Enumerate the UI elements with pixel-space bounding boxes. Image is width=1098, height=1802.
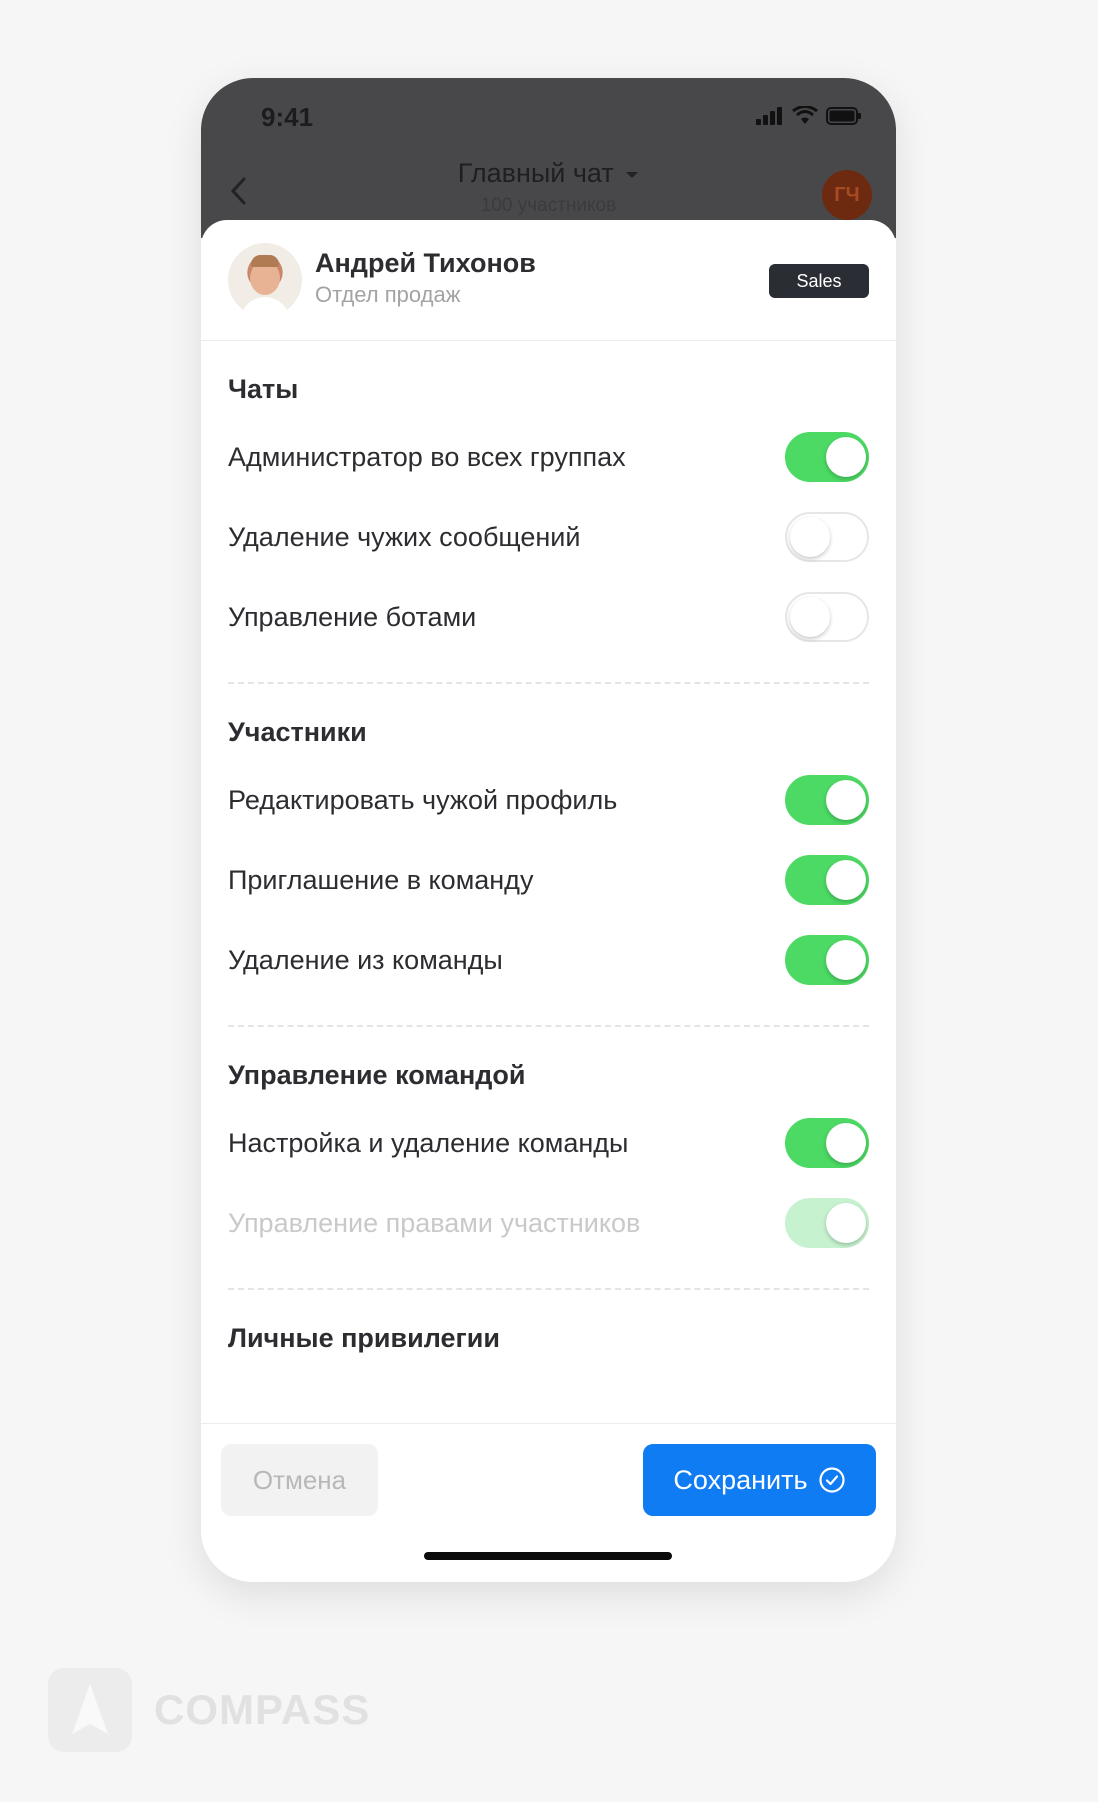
permission-label: Удаление из команды — [228, 944, 503, 975]
chat-avatar[interactable]: ГЧ — [822, 170, 872, 220]
profile-header: Андрей Тихонов Отдел продаж Sales — [201, 220, 896, 341]
permission-row-disabled: Управление правами участников — [228, 1183, 869, 1263]
chat-subtitle: 100 участников — [480, 195, 617, 216]
permissions-sheet: Андрей Тихонов Отдел продаж Sales Чаты А… — [201, 220, 896, 1582]
section-title: Участники — [228, 717, 367, 747]
section-title: Управление командой — [228, 1060, 526, 1090]
permission-label: Приглашение в команду — [228, 864, 534, 895]
permission-row[interactable]: Управление ботами — [228, 577, 869, 657]
section-chats: Чаты Администратор во всех группах Удале… — [201, 341, 896, 657]
action-footer: Отмена Сохранить — [201, 1423, 896, 1582]
permission-row[interactable]: Удаление чужих сообщений — [228, 497, 869, 577]
caret-down-icon — [626, 171, 639, 178]
toggle-switch[interactable] — [785, 1118, 869, 1168]
status-time: 9:41 — [261, 102, 314, 132]
toggle-switch[interactable] — [785, 512, 869, 562]
home-indicator — [424, 1552, 672, 1560]
toggle-switch — [785, 1198, 869, 1248]
toggle-switch[interactable] — [785, 775, 869, 825]
compass-logo-icon — [48, 1668, 132, 1752]
permission-label: Удаление чужих сообщений — [228, 521, 581, 552]
signal-icon — [756, 107, 782, 125]
profile-department: Отдел продаж — [315, 282, 461, 307]
toggle-switch[interactable] — [785, 935, 869, 985]
permission-label: Редактировать чужой профиль — [228, 784, 618, 815]
cancel-label: Отмена — [252, 1464, 347, 1495]
permission-row[interactable]: Администратор во всех группах — [228, 417, 869, 497]
toggle-switch[interactable] — [785, 432, 869, 482]
section-team-management: Управление командой Настройка и удаление… — [201, 1027, 896, 1263]
role-badge: Sales — [769, 264, 869, 298]
permission-label: Управление ботами — [228, 601, 477, 632]
permissions-list: Чаты Администратор во всех группах Удале… — [201, 341, 896, 1358]
toggle-switch[interactable] — [785, 592, 869, 642]
battery-icon — [826, 107, 861, 125]
cancel-button[interactable]: Отмена — [221, 1444, 378, 1516]
permission-label: Управление правами участников — [228, 1207, 641, 1238]
permission-row[interactable]: Настройка и удаление команды — [228, 1103, 869, 1183]
section-title: Чаты — [228, 374, 299, 404]
section-title: Личные привилегии — [228, 1323, 500, 1353]
chat-title: Главный чат — [457, 158, 614, 188]
status-icons — [756, 106, 862, 125]
section-members: Участники Редактировать чужой профиль Пр… — [201, 684, 896, 1000]
permission-label: Настройка и удаление команды — [228, 1127, 629, 1158]
dimmed-chat-header: 9:41 Главный чат 100 участников ГЧ — [201, 78, 896, 238]
brand-name: COMPASS — [154, 1686, 371, 1733]
wifi-icon — [792, 106, 818, 124]
check-circle-icon — [818, 1467, 845, 1493]
section-personal-privileges: Личные привилегии — [201, 1290, 896, 1358]
permission-row[interactable]: Удаление из команды — [228, 920, 869, 1000]
brand-watermark: COMPASS — [48, 1668, 370, 1752]
permission-label: Администратор во всех группах — [228, 441, 626, 472]
avatar — [228, 243, 302, 317]
toggle-switch[interactable] — [785, 855, 869, 905]
permission-row[interactable]: Редактировать чужой профиль — [228, 760, 869, 840]
save-button[interactable]: Сохранить — [643, 1444, 876, 1516]
phone-frame: 9:41 Главный чат 100 участников ГЧ Андре… — [201, 78, 896, 1582]
save-label: Сохранить — [673, 1464, 808, 1495]
permission-row[interactable]: Приглашение в команду — [228, 840, 869, 920]
chat-header[interactable]: Главный чат 100 участников — [201, 158, 896, 217]
profile-name: Андрей Тихонов — [315, 248, 536, 278]
